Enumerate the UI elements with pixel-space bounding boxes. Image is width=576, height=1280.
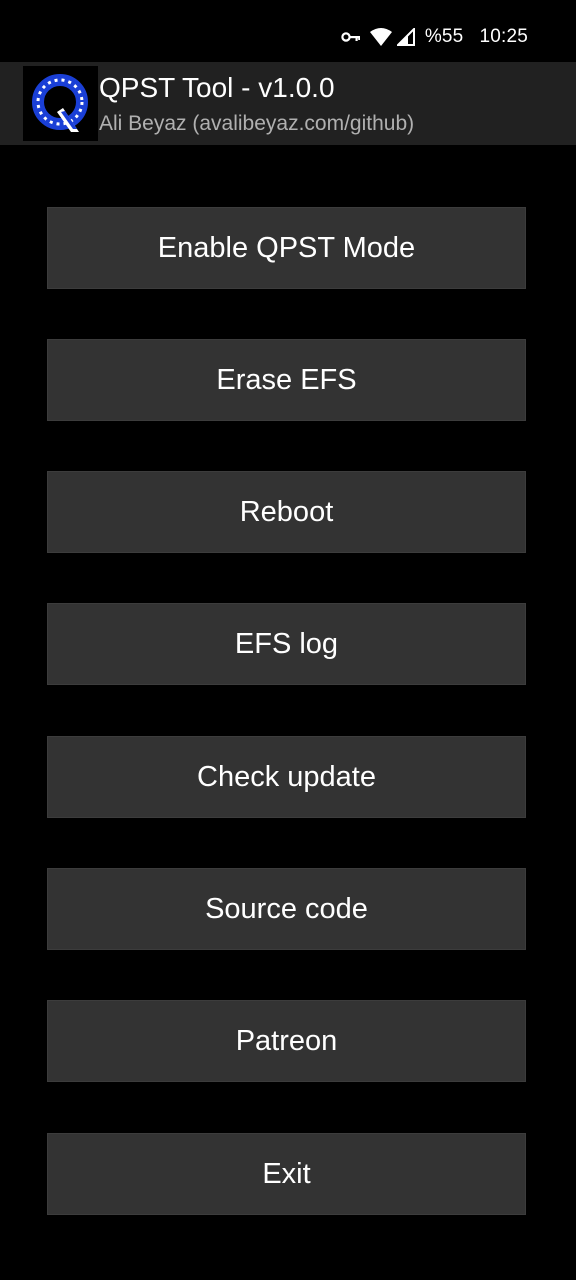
wifi-icon: [369, 27, 393, 47]
vpn-key-icon: [341, 31, 361, 43]
app-title: QPST Tool - v1.0.0: [99, 72, 335, 103]
app-subtitle: Ali Beyaz (avalibeyaz.com/github): [99, 112, 415, 135]
app-logo-icon: [23, 66, 98, 141]
erase-efs-button[interactable]: Erase EFS: [47, 339, 526, 421]
app-header: QPST Tool - v1.0.0 Ali Beyaz (avalibeyaz…: [0, 62, 576, 145]
cell-signal-icon: [396, 28, 415, 46]
efs-log-button[interactable]: EFS log: [47, 603, 526, 685]
clock: 10:25: [479, 26, 528, 47]
status-bar: %55 10:25: [0, 0, 576, 62]
check-update-button[interactable]: Check update: [47, 736, 526, 818]
source-code-button[interactable]: Source code: [47, 868, 526, 950]
enable-qpst-mode-button[interactable]: Enable QPST Mode: [47, 207, 526, 289]
patreon-button[interactable]: Patreon: [47, 1000, 526, 1082]
reboot-button[interactable]: Reboot: [47, 471, 526, 553]
exit-button[interactable]: Exit: [47, 1133, 526, 1215]
battery-level: %55: [424, 26, 464, 47]
